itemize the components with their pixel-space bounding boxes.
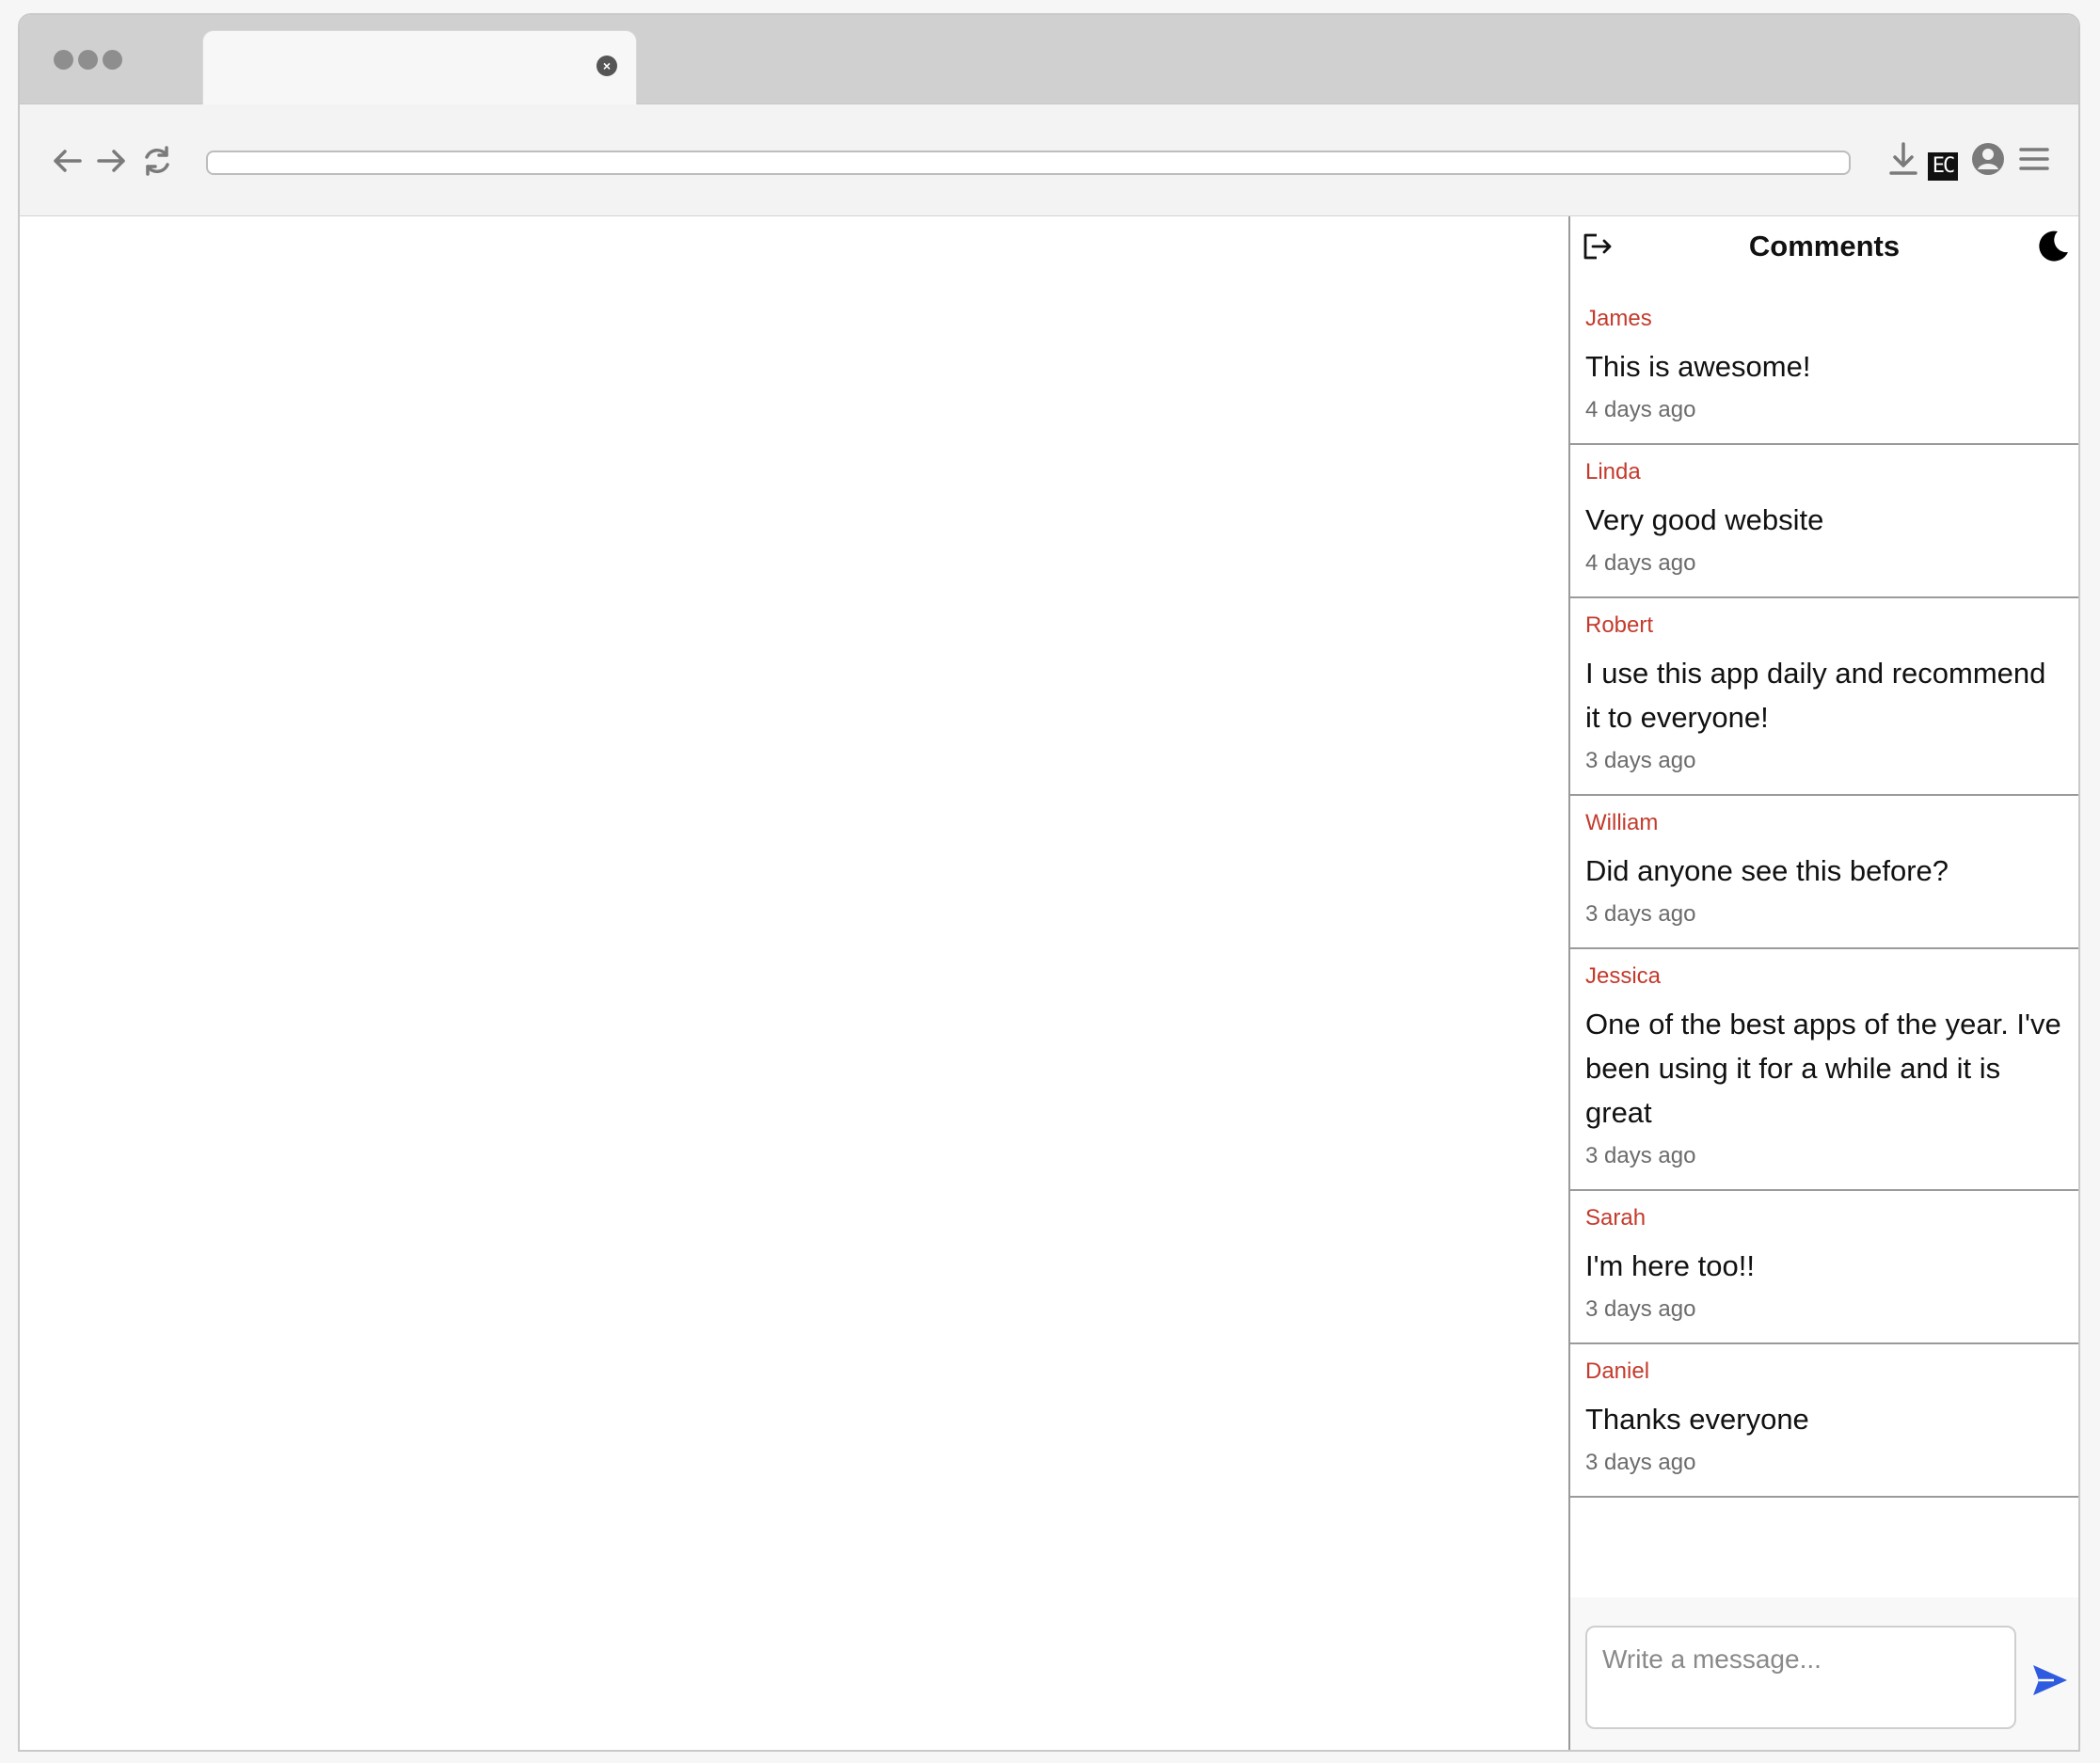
comment-author[interactable]: William [1585, 807, 2063, 839]
window-minimize-dot[interactable] [78, 50, 98, 70]
comment-text: I'm here too!! [1585, 1249, 1755, 1282]
comment-timestamp: 3 days ago [1585, 1143, 1696, 1168]
hamburger-menu-icon[interactable] [2016, 140, 2052, 178]
browser-tab[interactable]: × [202, 30, 637, 106]
tab-close-icon[interactable]: × [597, 56, 617, 76]
comment-text: Very good website [1585, 503, 1824, 536]
panel-title: Comments [1748, 230, 1901, 262]
user-circle-icon[interactable] [1969, 140, 2007, 178]
comment-text: Did anyone see this before? [1585, 854, 1949, 887]
comment-text: This is awesome! [1585, 350, 1811, 383]
reload-icon[interactable] [138, 142, 176, 180]
title-bar: × [20, 15, 2078, 106]
message-input[interactable] [1585, 1626, 2016, 1729]
comment-text: I use this app daily and recommend it to… [1585, 657, 2046, 734]
comment-author[interactable]: Sarah [1585, 1202, 2063, 1234]
download-icon[interactable] [1886, 140, 1920, 178]
comment-item: Robert I use this app daily and recommen… [1570, 598, 2078, 796]
comment-author[interactable]: James [1585, 303, 2063, 335]
comment-item: James This is awesome! 4 days ago [1570, 292, 2078, 445]
address-bar[interactable] [206, 151, 1851, 175]
comment-text: Thanks everyone [1585, 1403, 1809, 1436]
comment-timestamp: 3 days ago [1585, 901, 1696, 927]
browser-window: × EC Comments James This is awesome! 4 d… [18, 13, 2080, 1752]
comment-author[interactable]: Daniel [1585, 1356, 2063, 1388]
window-maximize-dot[interactable] [103, 50, 122, 70]
comment-timestamp: 4 days ago [1585, 550, 1696, 576]
comment-item: William Did anyone see this before? 3 da… [1570, 796, 2078, 949]
panel-header: Comments [1570, 216, 2078, 277]
browser-toolbar: EC [20, 104, 2078, 217]
comment-timestamp: 3 days ago [1585, 1450, 1696, 1475]
moon-icon[interactable] [2035, 228, 2071, 263]
comments-panel: Comments James This is awesome! 4 days a… [1568, 216, 2078, 1750]
comment-item: Jessica One of the best apps of the year… [1570, 949, 2078, 1191]
send-icon[interactable] [2029, 1660, 2071, 1701]
comment-author[interactable]: Robert [1585, 610, 2063, 642]
window-close-dot[interactable] [54, 50, 73, 70]
arrow-left-icon[interactable] [48, 142, 86, 180]
message-composer [1570, 1597, 2078, 1750]
comment-timestamp: 3 days ago [1585, 1296, 1696, 1322]
comment-item: Sarah I'm here too!! 3 days ago [1570, 1191, 2078, 1344]
browser-content: Comments James This is awesome! 4 days a… [20, 216, 2078, 1750]
comment-author[interactable]: Linda [1585, 456, 2063, 488]
comment-timestamp: 4 days ago [1585, 397, 1696, 422]
comment-item: Daniel Thanks everyone 3 days ago [1570, 1344, 2078, 1498]
comment-item: Linda Very good website 4 days ago [1570, 445, 2078, 598]
arrow-right-icon[interactable] [93, 142, 131, 180]
comment-author[interactable]: Jessica [1585, 961, 2063, 993]
comment-text: One of the best apps of the year. I've b… [1585, 1008, 2061, 1129]
main-content-area [20, 216, 1568, 1750]
comments-list: James This is awesome! 4 days ago Linda … [1570, 292, 2078, 1498]
extension-badge[interactable]: EC [1928, 152, 1958, 181]
comment-timestamp: 3 days ago [1585, 748, 1696, 773]
